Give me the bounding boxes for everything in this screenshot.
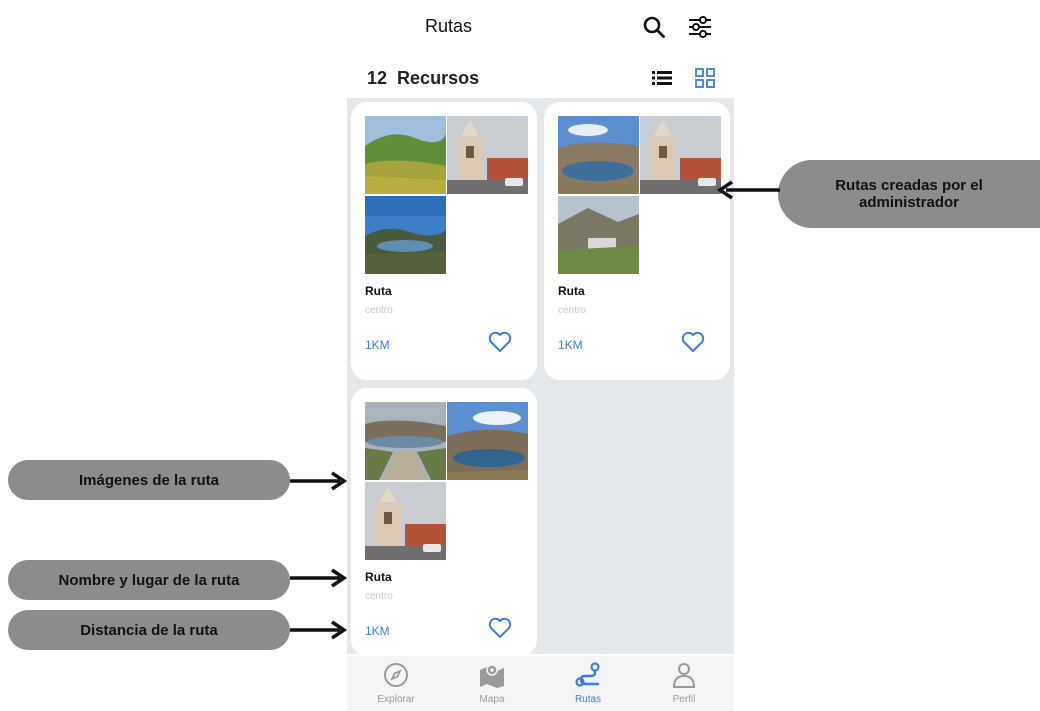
nav-item-mapa[interactable]: Mapa	[457, 662, 527, 708]
nav-item-rutas[interactable]: Rutas	[553, 662, 623, 708]
heart-icon	[488, 617, 512, 638]
annotation-distance: Distancia de la ruta	[8, 610, 290, 650]
route-name: Ruta	[558, 284, 585, 298]
route-grid: Ruta centro 1KM Ruta centro 1KM Ruta cen…	[347, 98, 734, 656]
person-icon	[672, 663, 696, 688]
route-image	[365, 196, 446, 274]
search-button[interactable]	[637, 10, 671, 44]
annotation-admin: Rutas creadas por el administrador	[778, 160, 1040, 228]
nav-item-perfil[interactable]: Perfil	[649, 662, 719, 708]
arrow-right-icon	[290, 471, 348, 491]
route-image	[447, 402, 528, 480]
route-image	[558, 196, 639, 274]
search-icon	[643, 16, 665, 38]
nav-label: Explorar	[377, 694, 415, 705]
annotation-images: Imágenes de la ruta	[8, 460, 290, 500]
heart-icon	[488, 331, 512, 352]
top-bar: Rutas	[347, 0, 734, 56]
route-card[interactable]: Ruta centro 1KM	[351, 102, 537, 380]
list-icon	[652, 71, 672, 85]
grid-icon	[695, 68, 715, 88]
arrow-right-icon	[290, 568, 348, 588]
route-place: centro	[365, 305, 393, 316]
compass-icon	[384, 663, 408, 687]
route-place: centro	[558, 305, 586, 316]
route-distance: 1KM	[365, 338, 390, 352]
route-images	[558, 116, 722, 274]
route-image	[447, 116, 528, 194]
route-image	[365, 402, 446, 480]
annotation-name-place: Nombre y lugar de la ruta	[8, 560, 290, 600]
nav-label: Perfil	[672, 694, 696, 705]
route-images	[365, 402, 529, 560]
map-icon	[480, 664, 504, 688]
route-image	[640, 116, 721, 194]
nav-label: Rutas	[574, 694, 602, 705]
route-card[interactable]: Ruta centro 1KM	[544, 102, 730, 380]
arrow-right-icon	[290, 620, 348, 640]
heart-icon	[681, 331, 705, 352]
grid-view-button[interactable]	[692, 66, 718, 90]
favorite-button[interactable]	[680, 330, 706, 354]
sliders-icon	[689, 16, 711, 38]
nav-item-explorar[interactable]: Explorar	[361, 662, 431, 708]
route-image	[365, 116, 446, 194]
route-name: Ruta	[365, 570, 392, 584]
route-images	[365, 116, 529, 274]
resource-count-row: 12 Recursos	[347, 60, 734, 96]
favorite-button[interactable]	[487, 330, 513, 354]
resource-count: 12 Recursos	[367, 68, 480, 88]
arrow-left-icon	[716, 180, 780, 200]
list-view-button[interactable]	[649, 66, 675, 90]
route-card[interactable]: Ruta centro 1KM	[351, 388, 537, 656]
favorite-button[interactable]	[487, 616, 513, 640]
bottom-nav: Explorar Mapa Rutas Perfil	[347, 656, 734, 711]
route-distance: 1KM	[365, 624, 390, 638]
route-distance: 1KM	[558, 338, 583, 352]
page-title: Rutas	[425, 16, 473, 36]
nav-label: Mapa	[479, 694, 505, 705]
route-image	[365, 482, 446, 560]
route-image	[558, 116, 639, 194]
route-name: Ruta	[365, 284, 392, 298]
route-place: centro	[365, 591, 393, 602]
filter-button[interactable]	[683, 10, 717, 44]
phone-screen: Rutas 12 Recursos Ruta centro 1KM Ruta c…	[347, 0, 734, 711]
route-icon	[575, 662, 600, 687]
